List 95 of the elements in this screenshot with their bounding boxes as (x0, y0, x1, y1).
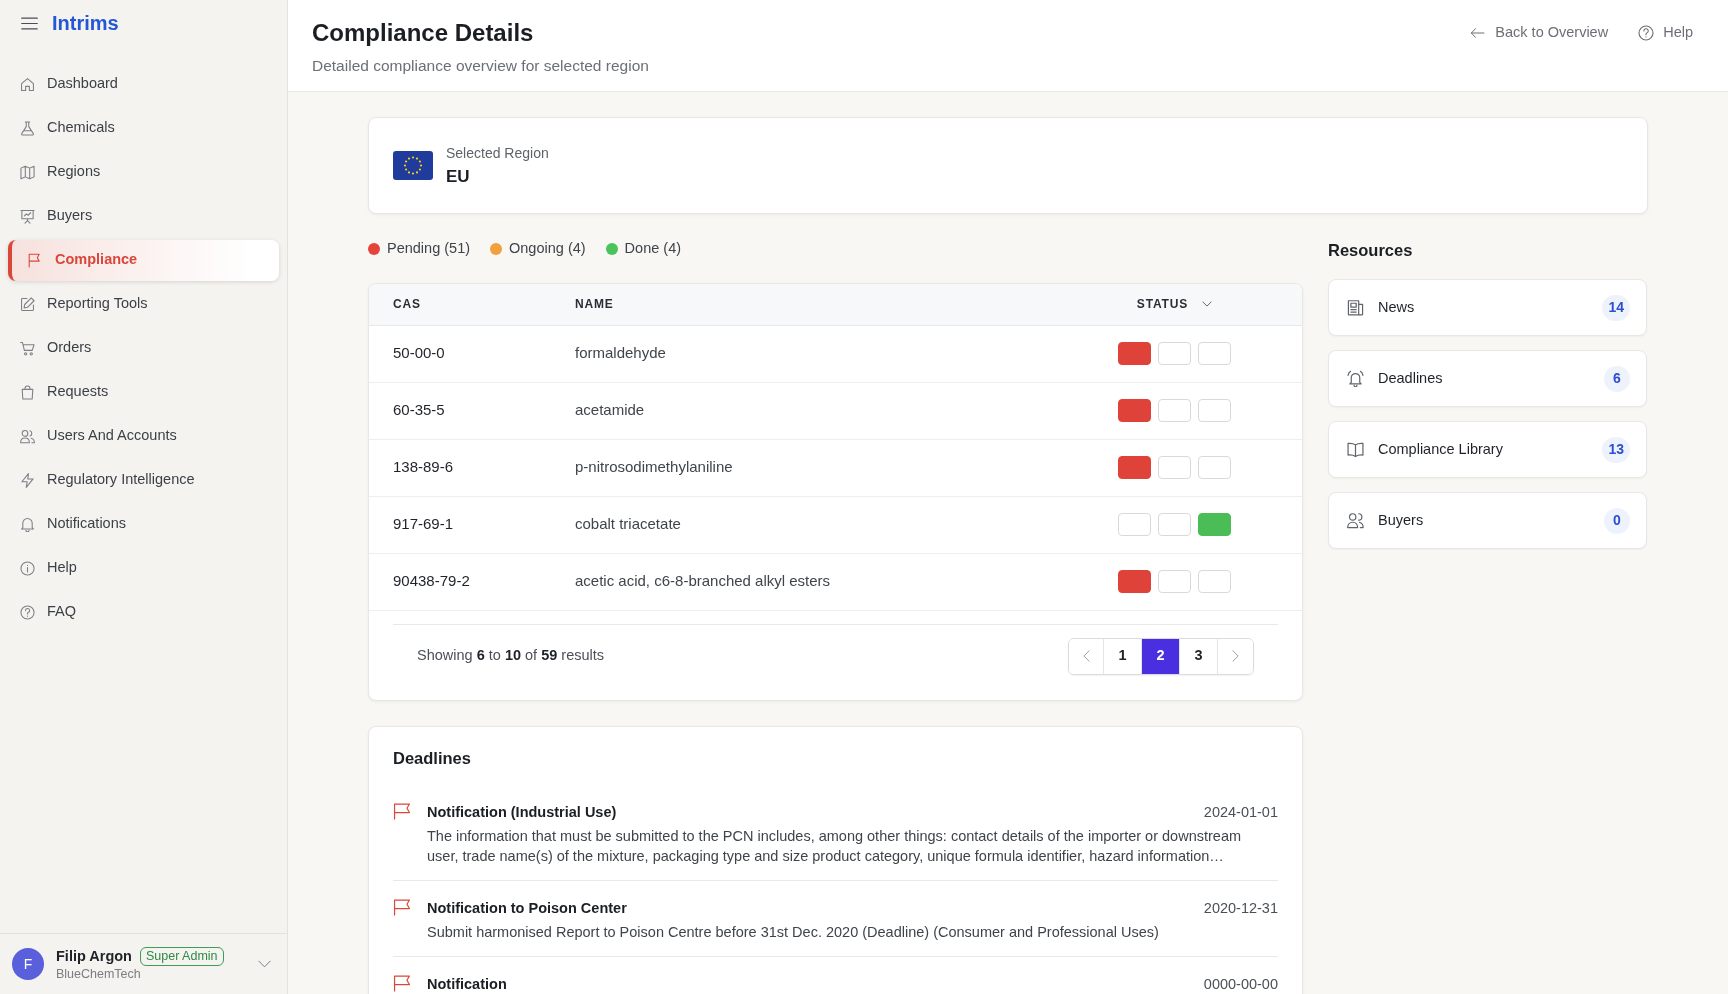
resource-item[interactable]: News 14 (1328, 279, 1647, 336)
page-button[interactable]: 3 (1180, 638, 1218, 674)
nav-item[interactable]: Compliance (8, 239, 279, 281)
nav-item[interactable]: Notifications (8, 502, 279, 546)
avatar: F (12, 948, 44, 980)
nav-item[interactable]: Requests (8, 370, 279, 414)
legend-label: Done (4) (624, 239, 682, 259)
cart-icon (20, 340, 35, 356)
deadline-date: 2024-01-01 (1203, 802, 1278, 822)
nav-item[interactable]: Users And Accounts (8, 414, 279, 458)
resource-item[interactable]: Buyers 0 (1328, 492, 1647, 549)
role-badge: Super Admin (140, 947, 224, 966)
bell-icon (20, 516, 35, 532)
table-cell: acetic acid, c6-8-branched alkyl esters (575, 553, 1072, 610)
help-link[interactable]: Help (1638, 22, 1693, 44)
count-badge: 6 (1604, 365, 1630, 392)
table-cell: 138-89-6 (369, 439, 575, 496)
nav-item[interactable]: Regions (8, 150, 279, 194)
company-name: BlueChemTech (56, 967, 141, 983)
next-page-button[interactable] (1218, 638, 1253, 674)
legend-label: Pending (51) (387, 239, 471, 259)
resource-label: Buyers (1378, 510, 1424, 530)
resource-item[interactable]: Compliance Library 13 (1328, 421, 1647, 478)
house-icon (20, 76, 35, 92)
users-icon (20, 428, 35, 444)
flag-icon (27, 252, 42, 268)
nav-item[interactable]: Buyers (8, 194, 279, 238)
previous-page-button[interactable] (1069, 638, 1104, 674)
back-link[interactable]: Back to Overview (1469, 22, 1609, 44)
column-header: NAME (575, 284, 1072, 325)
deadline-title: Notification (Industrial Use) (427, 802, 617, 822)
page-button[interactable]: 1 (1104, 638, 1142, 674)
count-badge: 14 (1602, 294, 1630, 321)
page-title: Compliance Details (312, 19, 534, 47)
deadline-date: 2020-12-31 (1203, 898, 1278, 918)
bell-icon (1347, 370, 1364, 387)
region-label: Selected Region (446, 143, 549, 162)
resource-label: Deadlines (1378, 368, 1443, 388)
chevron-down-icon[interactable] (258, 960, 271, 968)
results-summary: Showing 6 to 10 of 59 results (417, 646, 605, 666)
info-icon (20, 560, 35, 576)
app-name: Intrims (52, 13, 119, 33)
user-name: Filip Argon (56, 946, 132, 966)
chevron-right-icon (1232, 650, 1239, 662)
deadline-date: 0000-00-00 (1203, 974, 1278, 994)
table-cell: acetamide (575, 382, 1072, 439)
page-button[interactable]: 2 (1142, 638, 1180, 674)
nav-item[interactable]: FAQ (8, 590, 279, 634)
table-cell: 50-00-0 (369, 325, 575, 382)
chevron-left-icon (1082, 650, 1090, 662)
nav-item[interactable]: Dashboard (8, 62, 279, 106)
resource-item[interactable]: Deadlines 6 (1328, 350, 1647, 407)
section-title: Deadlines (393, 747, 472, 769)
flag-icon (393, 898, 411, 916)
table-cell: 60-35-5 (369, 382, 575, 439)
nav-item[interactable]: Reporting Tools (8, 282, 279, 326)
deadline-title: Notification (427, 974, 507, 994)
legend-label: Ongoing (4) (509, 239, 586, 259)
deadline-description: Submit harmonised Report to Poison Centre before 31st Dec. 2020 (Deadline) (Consumer and Professional Uses) (427, 922, 1160, 942)
nav-item[interactable]: Orders (8, 326, 279, 370)
chevron-down-icon[interactable] (1202, 301, 1213, 308)
flag-icon (393, 151, 433, 180)
bag-icon (20, 384, 35, 400)
section-title: Resources (1328, 240, 1414, 261)
map-icon (20, 164, 35, 180)
nav-item[interactable]: Help (8, 546, 279, 590)
resource-label: News (1378, 297, 1415, 317)
region-value: EU (446, 165, 470, 188)
newspaper-icon (1347, 299, 1364, 316)
deadline-description: The information that must be submitted to the PCN includes, among other things: contact details of the importer or downstream user, trade name(s) of the mixture, packaging type and size product category, unique formula identifier, hazard information… (427, 826, 1243, 866)
flag-icon (393, 974, 411, 992)
table-cell: 917-69-1 (369, 496, 575, 553)
flask-icon (20, 120, 35, 136)
flag-icon (393, 802, 411, 820)
column-header: STATUS (1136, 296, 1189, 314)
table-cell: 90438-79-2 (369, 553, 575, 610)
deadline-title: Notification to Poison Center (427, 898, 627, 918)
count-badge: 0 (1604, 507, 1630, 534)
chart-board-icon (20, 208, 35, 224)
help-icon (1638, 24, 1655, 41)
lightning-icon (20, 472, 35, 488)
users-icon (1347, 512, 1364, 529)
nav-item[interactable]: Regulatory Intelligence (8, 458, 279, 502)
arrow-left-icon (1469, 25, 1487, 40)
page-subtitle: Detailed compliance overview for selected region (312, 56, 649, 76)
table-cell: p-nitrosodimethylaniline (575, 439, 1072, 496)
resource-label: Compliance Library (1378, 439, 1503, 459)
count-badge: 13 (1602, 436, 1630, 463)
nav-item[interactable]: Chemicals (8, 106, 279, 150)
table-cell: cobalt triacetate (575, 496, 1072, 553)
table-cell: formaldehyde (575, 325, 1072, 382)
column-header: CAS (369, 284, 575, 325)
help-icon (20, 604, 35, 620)
menu-icon[interactable] (21, 16, 38, 30)
book-icon (1347, 441, 1364, 458)
